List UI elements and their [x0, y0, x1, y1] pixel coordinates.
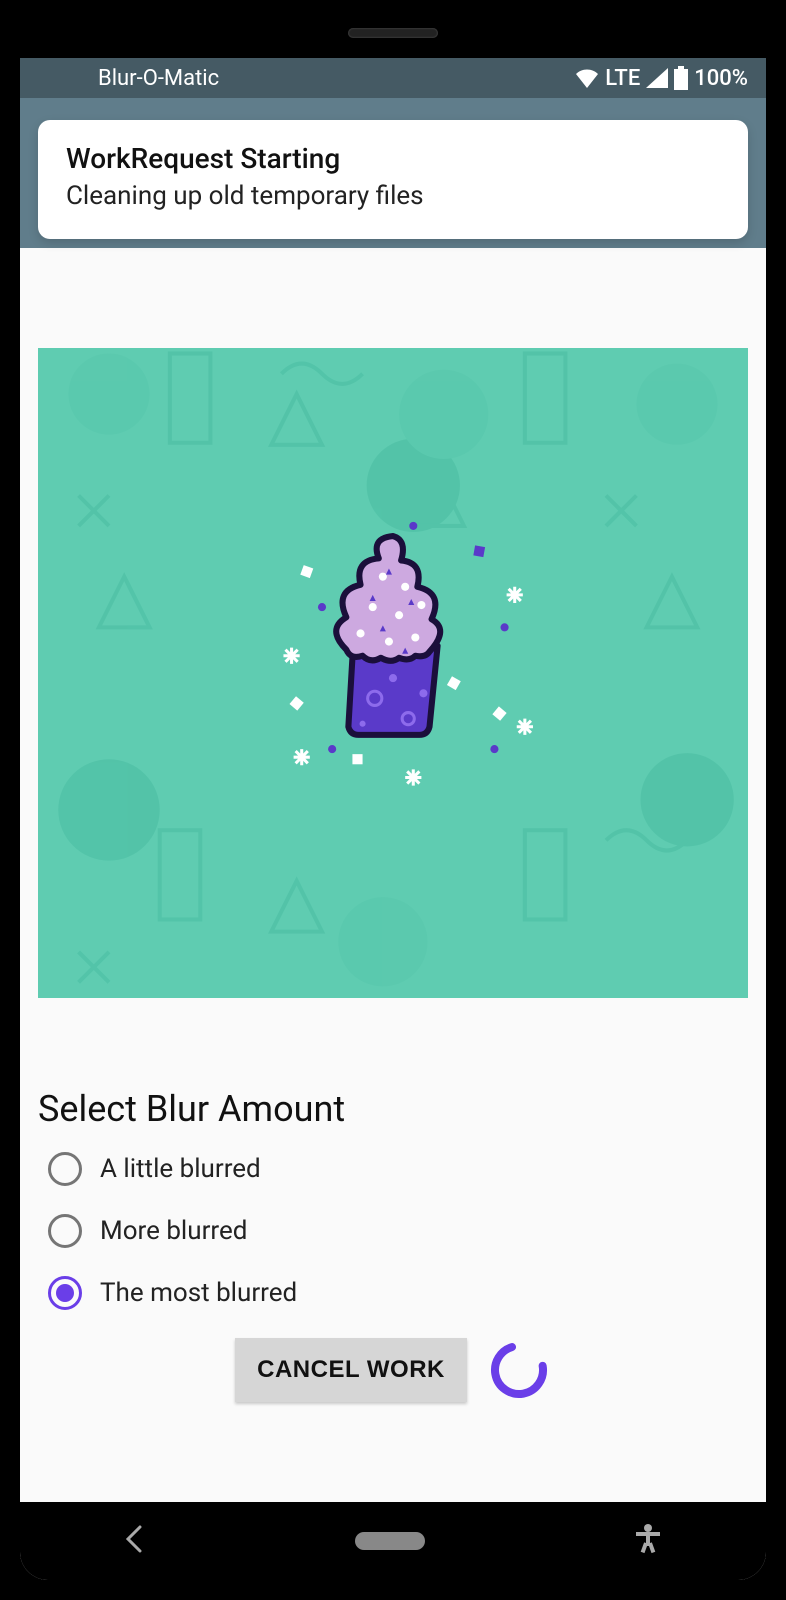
progress-spinner-icon — [487, 1338, 551, 1402]
radio-the-most-blurred[interactable]: The most blurred — [48, 1262, 738, 1324]
bezel-top — [0, 0, 786, 58]
notification-card[interactable]: WorkRequest Starting Cleaning up old tem… — [38, 120, 748, 239]
radio-icon — [48, 1152, 82, 1186]
battery-icon — [674, 66, 688, 90]
status-right: LTE 100% — [575, 66, 748, 91]
notification-subtitle: Cleaning up old temporary files — [66, 181, 720, 211]
network-label: LTE — [605, 66, 640, 91]
radio-label: A little blurred — [100, 1154, 261, 1184]
status-bar: Blur-O-Matic LTE 100% — [20, 58, 766, 98]
device-frame: Blur-O-Matic LTE 100% — [0, 0, 786, 1600]
system-nav-bar — [20, 1502, 766, 1580]
radio-more-blurred[interactable]: More blurred — [48, 1200, 738, 1262]
back-icon[interactable] — [124, 1525, 146, 1557]
screen: Blur-O-Matic LTE 100% — [20, 58, 766, 1580]
action-row: CANCEL WORK — [20, 1338, 766, 1402]
battery-label: 100% — [694, 66, 748, 91]
app-title: Blur-O-Matic — [38, 66, 219, 91]
notification-title: WorkRequest Starting — [66, 142, 720, 175]
cancel-work-button[interactable]: CANCEL WORK — [235, 1338, 467, 1402]
radio-icon-selected — [48, 1276, 82, 1310]
radio-label: The most blurred — [100, 1278, 297, 1308]
home-pill-icon[interactable] — [355, 1532, 425, 1550]
preview-image — [38, 348, 748, 998]
wifi-icon — [575, 68, 599, 88]
section-title: Select Blur Amount — [38, 1088, 345, 1130]
radio-icon — [48, 1214, 82, 1248]
radio-label: More blurred — [100, 1216, 247, 1246]
speaker-grille — [348, 28, 438, 38]
radio-group: A little blurred More blurred The most b… — [48, 1138, 738, 1324]
signal-icon — [646, 68, 668, 88]
content-area: Select Blur Amount A little blurred More… — [20, 248, 766, 1502]
radio-a-little-blurred[interactable]: A little blurred — [48, 1138, 738, 1200]
accessibility-icon[interactable] — [634, 1523, 662, 1559]
